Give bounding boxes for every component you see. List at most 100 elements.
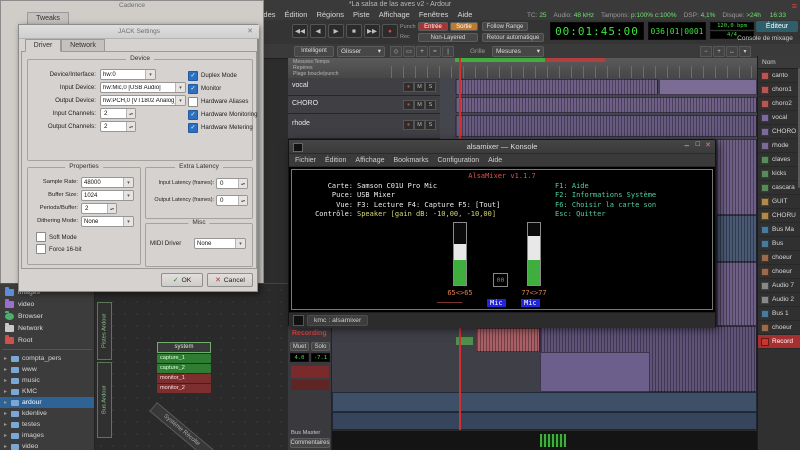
zoom-button[interactable]: −	[700, 46, 712, 57]
checkbox-box-icon[interactable]: ✓	[188, 110, 198, 120]
solo-button[interactable]: Solo	[311, 342, 330, 351]
input-latency-spinner[interactable]: 0▴▾	[216, 178, 248, 189]
dithering-dropdown[interactable]: None▾	[81, 216, 134, 227]
terminal-tab[interactable]: kmc : alsamixer	[307, 315, 368, 326]
expand-arrow-icon[interactable]: ▸	[4, 388, 11, 395]
menu-item[interactable]: Affichage	[355, 157, 384, 164]
audio-region[interactable]	[659, 79, 757, 95]
input-channels-spinner[interactable]: 2▴▾	[100, 108, 136, 119]
sidebar-track-row[interactable]: Bus 1	[758, 307, 800, 321]
place-item[interactable]: video	[0, 298, 94, 310]
punch-in-button[interactable]: Entrée	[418, 22, 448, 31]
spinner-arrows-icon[interactable]: ▴▾	[238, 196, 247, 205]
editor-button[interactable]: Éditeur	[756, 21, 798, 32]
audio-region[interactable]	[476, 328, 540, 352]
spinner-arrows-icon[interactable]: ▴▾	[126, 122, 135, 131]
spinner-arrows-icon[interactable]: ▴▾	[238, 179, 247, 188]
zoom-button[interactable]: ▾	[739, 46, 751, 57]
patchbay-system-node[interactable]: system capture_1capture_2 monitor_1monit…	[157, 342, 211, 393]
ruler-ticks[interactable]	[380, 66, 757, 78]
punch-out-button[interactable]: Sortie	[450, 22, 478, 31]
smart-mode-button[interactable]: Intelligent	[294, 46, 334, 57]
tree-item[interactable]: ▸ kdenlive	[0, 408, 94, 419]
mute-button[interactable]: M	[414, 82, 425, 92]
place-item[interactable]: Network	[0, 322, 94, 334]
expand-arrow-icon[interactable]: ▸	[4, 355, 11, 362]
solo-button[interactable]: S	[425, 120, 436, 130]
patchbay-group-tracks[interactable]: Pistes Ardour	[97, 302, 112, 360]
audio-region[interactable]	[332, 392, 757, 412]
record-enable-button[interactable]: ●	[403, 82, 414, 92]
zoom-button[interactable]: ↔	[726, 46, 738, 57]
tree-item[interactable]: ▸ music	[0, 375, 94, 386]
sidebar-track-row[interactable]: choeur	[758, 251, 800, 265]
tool-button[interactable]: |	[442, 46, 454, 57]
expand-arrow-icon[interactable]: ▸	[4, 410, 11, 417]
checkbox[interactable]: ✓ Monitor	[188, 82, 250, 95]
track-header-choro[interactable]: CHORO ● M S	[288, 96, 440, 114]
close-icon[interactable]: ✕	[247, 27, 253, 35]
gain-display[interactable]: 4.0	[290, 353, 309, 362]
patchbay-group-bus[interactable]: Bus Ardour	[97, 362, 112, 438]
summary-strip[interactable]	[332, 430, 757, 450]
audio-region[interactable]	[716, 139, 757, 215]
patchbay-rotated-node[interactable]: Système Récolte	[149, 402, 213, 450]
punch-range-marker[interactable]	[545, 58, 605, 62]
mute-button[interactable]: M	[414, 120, 425, 130]
device-interface-dropdown[interactable]: hw:0▾	[100, 69, 156, 80]
menu-item[interactable]: Édition	[325, 157, 346, 164]
non-layered-button[interactable]: Non-Layered	[418, 33, 478, 42]
transport-button[interactable]: ◀	[310, 24, 326, 38]
sidebar-track-row[interactable]: claves	[758, 153, 800, 167]
tree-item[interactable]: ▸ KMC	[0, 386, 94, 397]
checkbox[interactable]: ✓ Duplex Mode	[188, 69, 250, 82]
transport-button[interactable]: ▶▶	[364, 24, 380, 38]
tool-button[interactable]: ◇	[390, 46, 402, 57]
audio-input-port[interactable]: monitor_1	[157, 374, 211, 383]
sidebar-track-row[interactable]: choeur	[758, 265, 800, 279]
edit-mode-dropdown[interactable]: Glisser▾	[337, 46, 385, 57]
sidebar-track-row[interactable]: Bus	[758, 237, 800, 251]
sidebar-track-row[interactable]: CHORU	[758, 209, 800, 223]
cadence-title[interactable]: Cadence	[1, 1, 263, 9]
zoom-button[interactable]: +	[713, 46, 725, 57]
expand-arrow-icon[interactable]: ▸	[4, 399, 11, 406]
sidebar-track-row[interactable]: Audio 7	[758, 279, 800, 293]
mute-button[interactable]: M	[414, 100, 425, 110]
expand-arrow-icon[interactable]: ▸	[4, 377, 11, 384]
checkbox[interactable]: ✓ Hardware Monitoring	[188, 108, 250, 121]
midi-driver-dropdown[interactable]: None▾	[194, 238, 246, 249]
follow-range-button[interactable]: Follow Range	[482, 22, 528, 31]
checkbox[interactable]: ✓ Force 16-bit	[36, 243, 82, 255]
menu-item[interactable]: Aide	[457, 10, 472, 19]
menu-item[interactable]: Affichage	[379, 10, 410, 19]
expand-arrow-icon[interactable]: ▸	[4, 432, 11, 439]
sidebar-track-row[interactable]: canto	[758, 69, 800, 83]
ruler-row-label[interactable]: Plage boucle/punch	[293, 71, 339, 77]
checkbox-box-icon[interactable]: ✓	[188, 97, 198, 107]
menu-item[interactable]: Fenêtres	[419, 10, 449, 19]
checkbox-box-icon[interactable]: ✓	[188, 71, 198, 81]
master-strip-label[interactable]: Bus Master	[291, 430, 320, 436]
tab-driver[interactable]: Driver	[25, 39, 61, 52]
tree-item[interactable]: ▸ video	[0, 441, 94, 450]
mute-button[interactable]: Muet	[290, 342, 309, 351]
tree-item[interactable]: ▸ www	[0, 364, 94, 375]
grid-dropdown[interactable]: Mesures▾	[492, 46, 544, 57]
tree-item[interactable]: ▸ ardour	[0, 397, 94, 408]
tree-item[interactable]: ▸ testes	[0, 419, 94, 430]
transport-button[interactable]: ■	[346, 24, 362, 38]
sidebar-track-row[interactable]: cascara	[758, 181, 800, 195]
solo-button[interactable]: S	[425, 100, 436, 110]
sidebar-track-row[interactable]: choro2	[758, 97, 800, 111]
sidebar-track-row[interactable]: choro1	[758, 83, 800, 97]
recording-track-label[interactable]: Recording	[292, 330, 327, 337]
checkbox-box-icon[interactable]: ✓	[188, 84, 198, 94]
menu-item[interactable]: Configuration	[438, 157, 480, 164]
track-header-rhode[interactable]: rhode ● M S	[288, 114, 440, 139]
tempo-display[interactable]: 120,0 bpm	[710, 22, 754, 30]
audio-region[interactable]	[716, 262, 757, 326]
audio-region[interactable]	[716, 215, 757, 262]
buffer-size-dropdown[interactable]: 1024▾	[81, 190, 134, 201]
sidebar-track-row[interactable]: Audio 2	[758, 293, 800, 307]
